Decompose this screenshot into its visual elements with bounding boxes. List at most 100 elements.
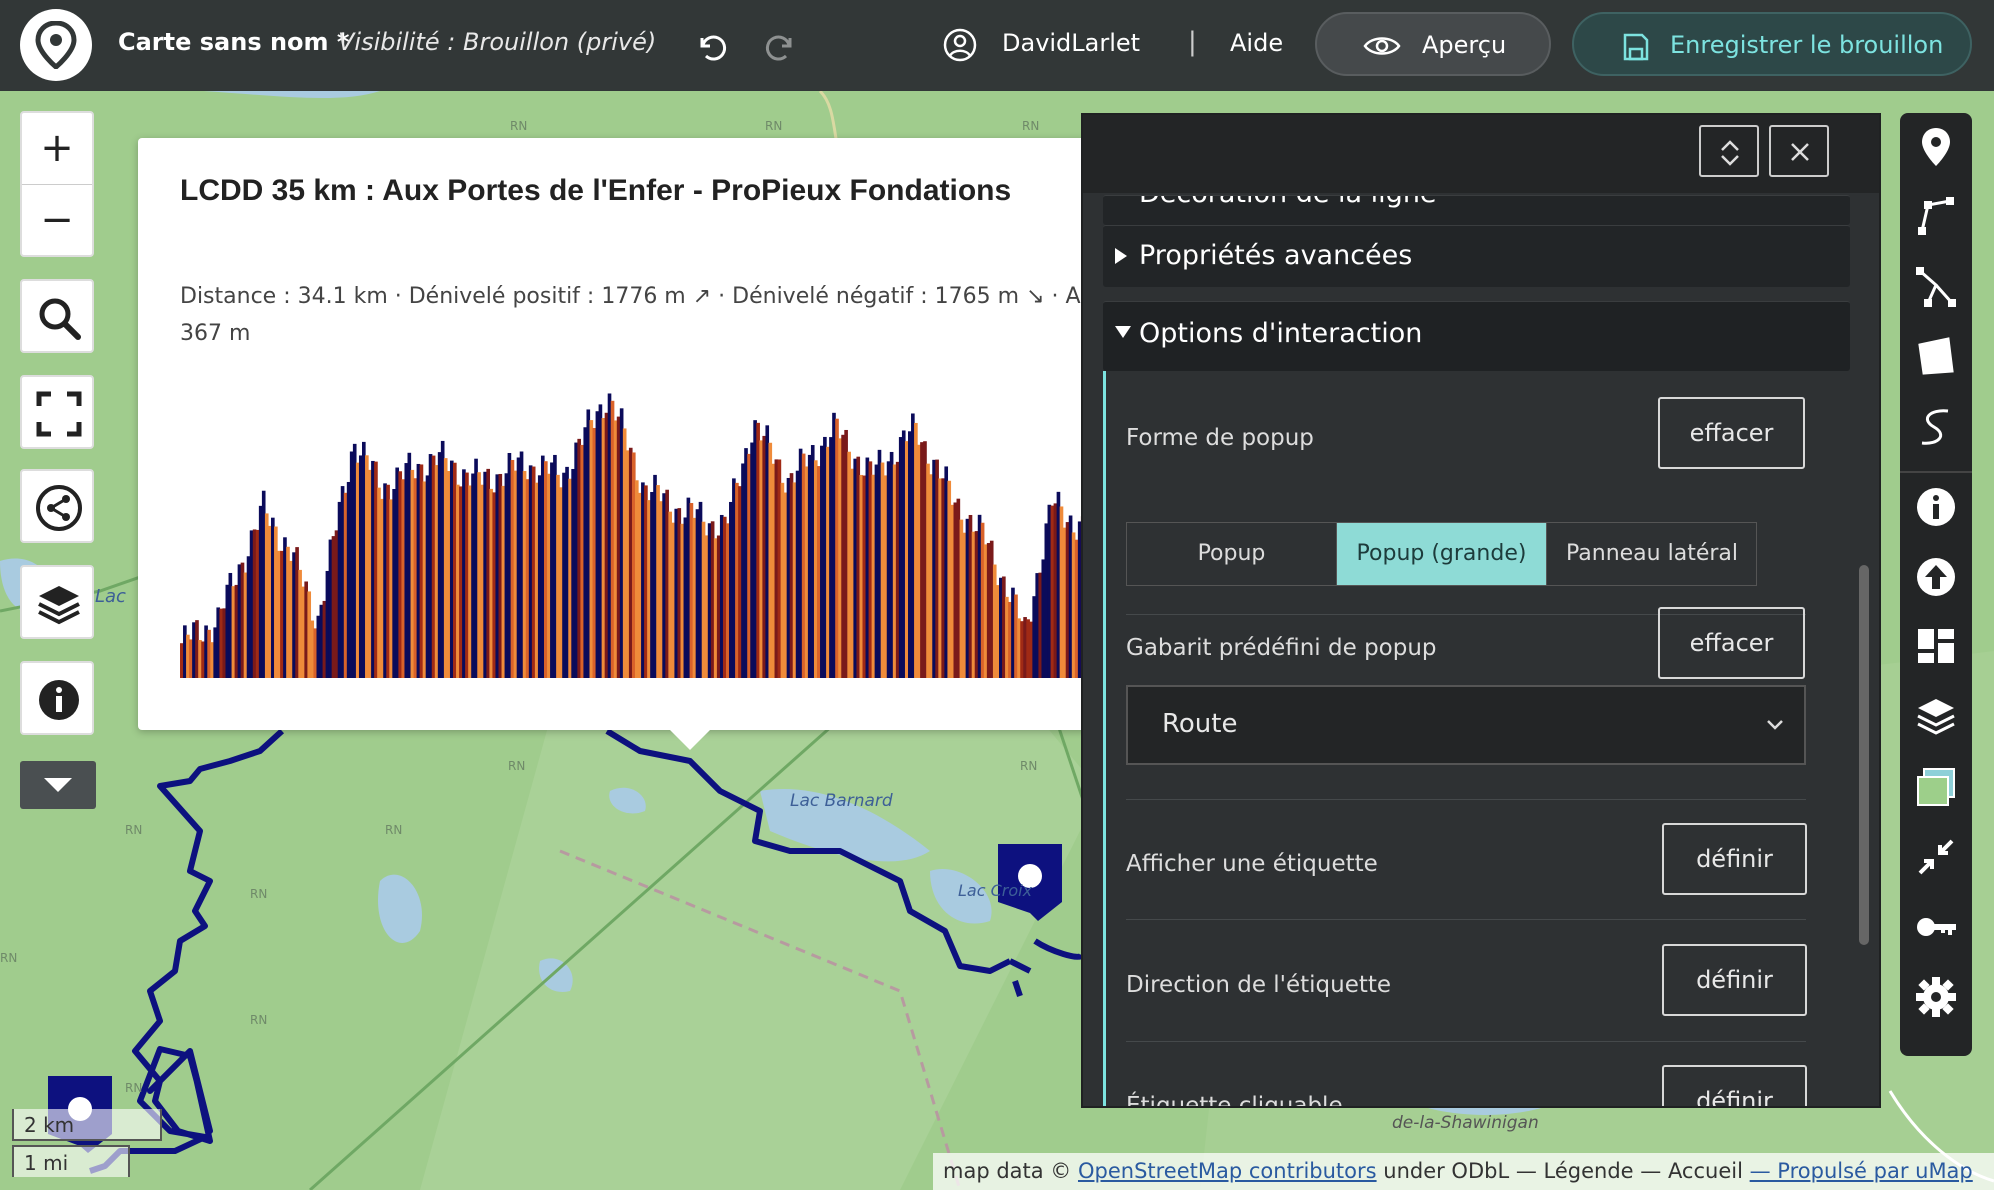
map-label-lac-barnard: Lac Barnard — [790, 791, 893, 811]
popup-shape-clear-button[interactable]: effacer — [1658, 397, 1805, 469]
attribution-prefix: map data © — [943, 1159, 1078, 1183]
map-title[interactable]: Carte sans nom * — [118, 28, 349, 56]
rn-tag: RN — [765, 119, 783, 133]
help-link[interactable]: Aide — [1230, 29, 1283, 57]
popup-option-popup[interactable]: Popup — [1127, 523, 1337, 585]
popup-stats-line1: Distance : 34.1 km · Dénivelé positif : … — [180, 284, 1081, 309]
map-attribution: map data © OpenStreetMap contributors un… — [933, 1153, 1994, 1190]
add-marker-icon[interactable] — [1914, 125, 1958, 169]
templates-icon[interactable] — [1914, 625, 1958, 669]
panel-close-button[interactable] — [1769, 125, 1829, 177]
info-button[interactable] — [20, 661, 94, 735]
map-info-icon[interactable] — [1914, 485, 1958, 529]
layers-button[interactable] — [20, 565, 94, 639]
save-draft-label: Enregistrer le brouillon — [1670, 31, 1944, 59]
home-link[interactable]: Accueil — [1668, 1159, 1743, 1183]
popup-shape-label: Forme de popup — [1126, 425, 1314, 451]
preview-label: Aperçu — [1422, 31, 1507, 59]
draw-multiline-icon[interactable] — [1914, 265, 1958, 309]
manage-layers-icon[interactable] — [1914, 695, 1958, 739]
label-direction-define-button[interactable]: définir — [1662, 944, 1807, 1016]
redo-icon[interactable] — [760, 26, 800, 66]
draw-line-icon[interactable] — [1914, 195, 1958, 239]
popup-template-label: Gabarit prédéfini de popup — [1126, 635, 1437, 661]
tilelayer-icon[interactable] — [1914, 765, 1958, 809]
section-interaction-options[interactable]: Options d'interaction — [1103, 301, 1850, 371]
search-button[interactable] — [20, 279, 94, 353]
share-icon — [36, 485, 82, 531]
panel-resize-button[interactable] — [1699, 125, 1759, 177]
preview-button[interactable]: Aperçu — [1315, 12, 1551, 76]
save-icon — [1623, 33, 1649, 61]
map-pin-logo-icon — [35, 21, 77, 69]
zoom-in-button[interactable]: + — [22, 113, 92, 185]
label-direction-label: Direction de l'étiquette — [1126, 972, 1392, 998]
header-separator: | — [1188, 27, 1197, 57]
interaction-options-body: Forme de popup effacer Popup Popup (gran… — [1103, 371, 1850, 1106]
visibility-status: Visibilité : Brouillon (privé) — [338, 28, 657, 56]
scale-mi: 1 mi — [12, 1145, 130, 1177]
panel-scrollbar[interactable] — [1859, 565, 1869, 945]
label-clickable-label: Étiquette cliquable — [1126, 1093, 1343, 1106]
map-label-lac-croix: Lac Croix — [958, 881, 1033, 900]
legend-link[interactable]: Légende — [1544, 1159, 1634, 1183]
umap-logo[interactable] — [20, 9, 92, 81]
triangle-right-icon — [1115, 248, 1127, 264]
attribution-space — [1743, 1159, 1750, 1183]
rn-tag: RN — [508, 759, 526, 773]
undo-icon[interactable] — [692, 26, 732, 66]
popup-title: LCDD 35 km : Aux Portes de l'Enfer - Pro… — [180, 174, 1012, 207]
powered-by-umap-link[interactable]: — Propulsé par uMap — [1750, 1159, 1973, 1183]
settings-gear-icon[interactable] — [1914, 975, 1958, 1019]
show-label-define-button[interactable]: définir — [1662, 823, 1807, 895]
draw-polygon-icon[interactable] — [1914, 335, 1958, 379]
popup-option-popup-large[interactable]: Popup (grande) — [1337, 523, 1547, 585]
attribution-dash: — — [1633, 1159, 1668, 1183]
divider — [1126, 1041, 1806, 1042]
import-icon[interactable] — [1914, 555, 1958, 599]
popup-shape-selector: Popup Popup (grande) Panneau latéral — [1126, 522, 1757, 586]
permissions-key-icon[interactable] — [1914, 905, 1958, 949]
top-bar: Carte sans nom * Visibilité : Brouillon … — [0, 0, 1994, 91]
rn-tag: RN — [125, 1081, 143, 1095]
save-draft-button[interactable]: Enregistrer le brouillon — [1572, 12, 1972, 76]
zoom-control: + − — [20, 111, 94, 257]
username-link[interactable]: DavidLarlet — [1002, 29, 1140, 57]
map-label-lac: Lac — [95, 586, 126, 607]
popup-template-clear-button[interactable]: effacer — [1658, 607, 1805, 679]
fullscreen-icon — [36, 391, 82, 437]
user-icon[interactable] — [942, 27, 978, 63]
section-advanced-properties[interactable]: Propriétés avancées — [1103, 225, 1850, 287]
more-controls-button[interactable] — [20, 761, 96, 809]
popup-tip — [668, 728, 712, 750]
feature-popup: LCDD 35 km : Aux Portes de l'Enfer - Pro… — [138, 138, 1088, 730]
fullscreen-button[interactable] — [20, 375, 94, 449]
section-line-decoration[interactable]: Décoration de la ligne — [1103, 195, 1850, 225]
rn-tag: RN — [1022, 119, 1040, 133]
map-label-shawinigan: de-la-Shawinigan — [1392, 1113, 1539, 1133]
rn-tag: RN — [125, 823, 143, 837]
rn-tag: RN — [0, 951, 18, 965]
expand-collapse-icon — [1721, 140, 1739, 166]
label-clickable-define-button[interactable]: définir — [1662, 1065, 1807, 1106]
popup-template-value: Route — [1162, 709, 1238, 739]
draw-freehand-icon[interactable] — [1914, 405, 1958, 449]
chevron-down-icon — [44, 778, 72, 792]
rn-tag: RN — [250, 887, 268, 901]
rn-tag: RN — [510, 119, 528, 133]
osm-link[interactable]: OpenStreetMap contributors — [1078, 1159, 1377, 1183]
popup-template-select[interactable]: Route — [1126, 685, 1806, 765]
popup-option-side-panel[interactable]: Panneau latéral — [1547, 523, 1757, 585]
center-zoom-icon[interactable] — [1914, 835, 1958, 879]
close-icon — [1791, 143, 1809, 161]
rn-tag: RN — [250, 1013, 268, 1027]
zoom-out-button[interactable]: − — [22, 185, 92, 257]
divider — [1126, 799, 1806, 800]
edit-toolbar — [1900, 113, 1972, 1056]
layers-icon — [38, 586, 80, 625]
share-button[interactable] — [20, 469, 94, 543]
search-icon — [39, 298, 81, 340]
toolbar-divider — [1900, 471, 1972, 473]
rn-tag: RN — [1020, 759, 1038, 773]
divider — [1126, 919, 1806, 920]
